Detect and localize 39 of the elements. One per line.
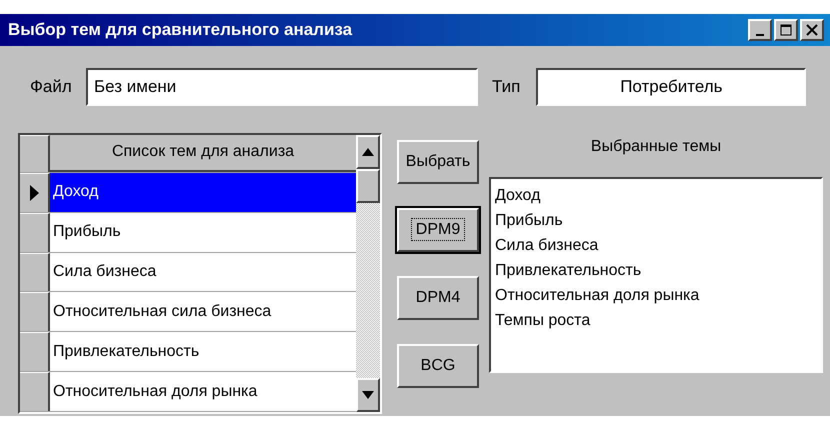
minimize-icon bbox=[756, 34, 764, 36]
list-item[interactable]: Сила бизнеса bbox=[495, 233, 817, 258]
action-button[interactable]: Выбрать bbox=[397, 140, 479, 184]
maximize-icon bbox=[780, 24, 792, 36]
row-header[interactable] bbox=[20, 372, 50, 412]
window-title: Выбор тем для сравнительного анализа bbox=[8, 19, 354, 42]
scroll-thumb[interactable] bbox=[356, 169, 380, 203]
action-button[interactable]: DPM9 bbox=[397, 208, 479, 252]
grid-row[interactable]: Привлекательность bbox=[50, 332, 356, 372]
close-icon bbox=[806, 24, 818, 36]
row-header[interactable] bbox=[20, 292, 50, 332]
row-header[interactable] bbox=[20, 172, 50, 212]
minimize-button[interactable] bbox=[748, 19, 772, 41]
scrollbar[interactable] bbox=[356, 135, 380, 412]
type-label: Тип bbox=[492, 76, 520, 98]
selected-topics-list[interactable]: Доход Прибыль Сила бизнеса Привлекательность Относительная доля рынка Темпы роста bbox=[489, 177, 823, 373]
row-header[interactable] bbox=[20, 252, 50, 292]
file-name-field[interactable]: Без имени bbox=[86, 68, 478, 106]
list-item[interactable]: Прибыль bbox=[495, 208, 817, 233]
action-button[interactable]: DPM4 bbox=[397, 276, 479, 320]
grid-row[interactable]: Прибыль bbox=[50, 212, 356, 252]
type-field[interactable]: Потребитель bbox=[536, 68, 806, 106]
grid-row[interactable]: Относительная доля рынка bbox=[50, 372, 356, 412]
row-header[interactable] bbox=[20, 212, 50, 252]
list-item[interactable]: Темпы роста bbox=[495, 308, 817, 333]
grid-row[interactable]: Сила бизнеса bbox=[50, 252, 356, 292]
row-header[interactable] bbox=[20, 332, 50, 372]
maximize-button[interactable] bbox=[774, 19, 798, 41]
list-item[interactable]: Доход bbox=[495, 183, 817, 208]
file-label: Файл bbox=[30, 76, 73, 98]
grid-row[interactable]: Доход bbox=[50, 172, 356, 212]
grid-row[interactable]: Относительная сила бизнеса bbox=[50, 292, 356, 332]
close-button[interactable] bbox=[800, 19, 824, 41]
list-item[interactable]: Привлекательность bbox=[495, 258, 817, 283]
selected-topics-heading: Выбранные темы bbox=[590, 137, 722, 157]
list-item[interactable]: Относительная доля рынка bbox=[495, 283, 817, 308]
scroll-down-icon[interactable] bbox=[356, 378, 380, 412]
scroll-up-icon[interactable] bbox=[356, 135, 380, 169]
action-button[interactable]: BCG bbox=[397, 344, 479, 388]
